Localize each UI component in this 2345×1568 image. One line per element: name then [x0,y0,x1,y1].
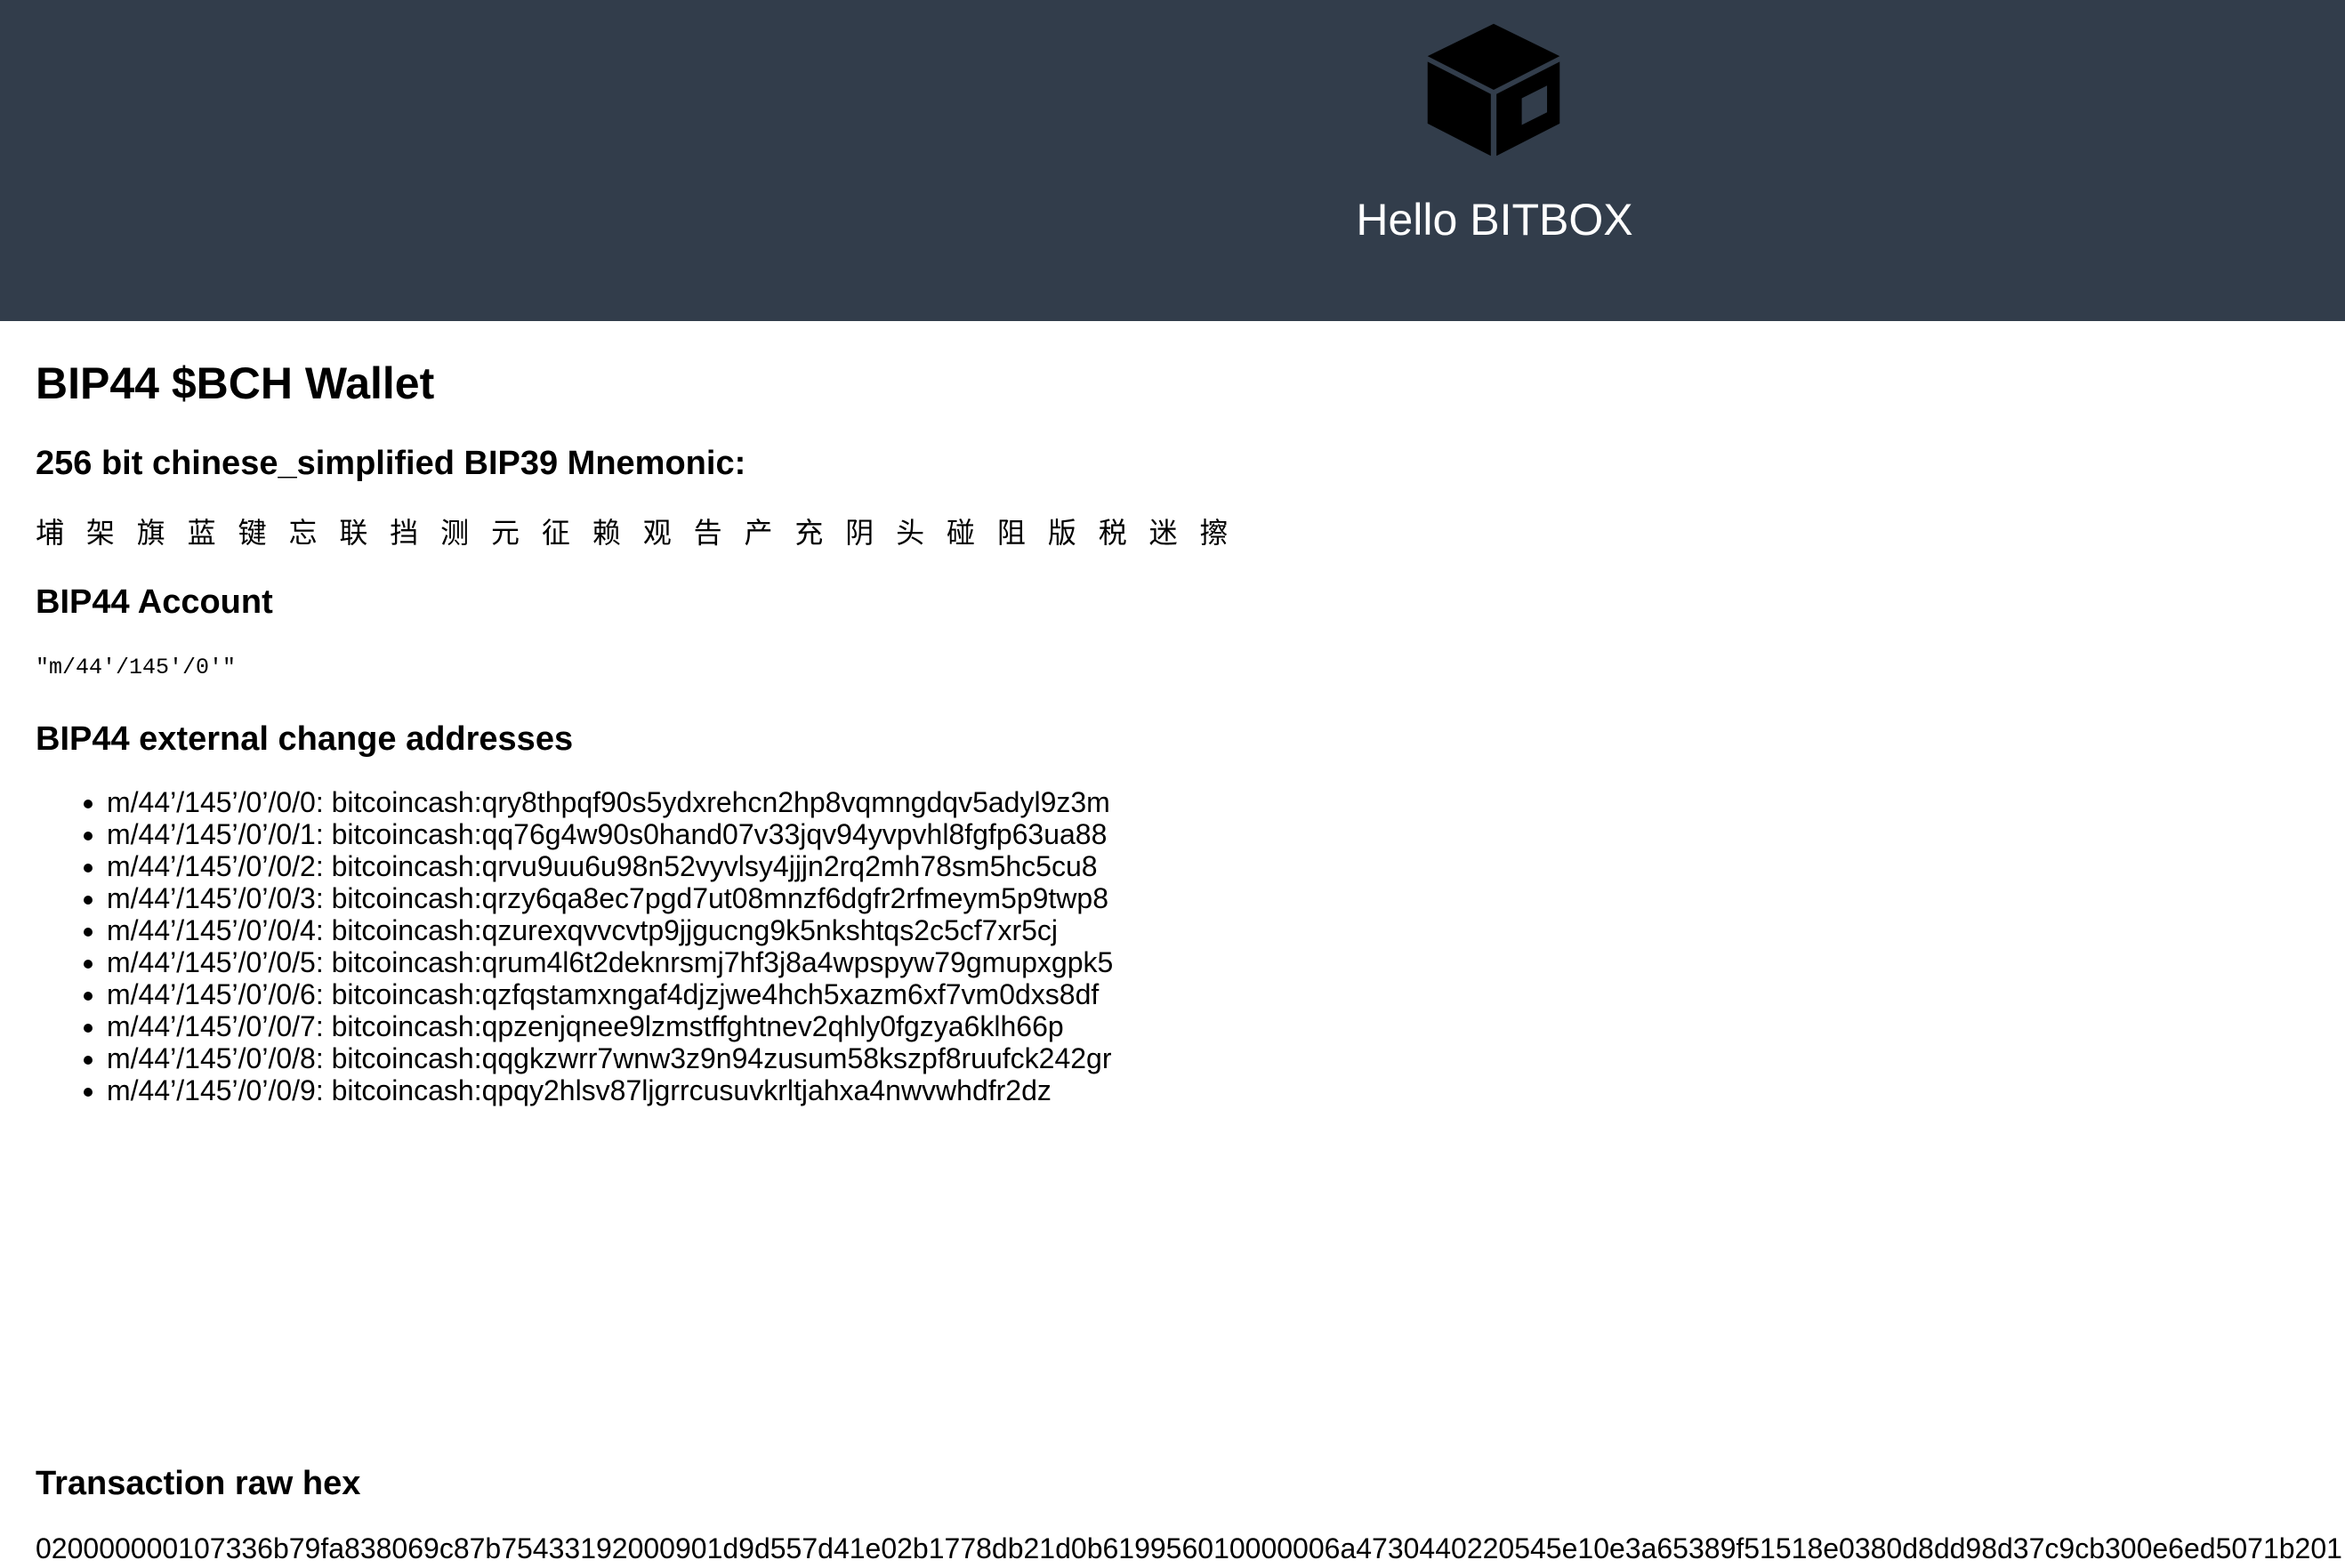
mnemonic-text: 埔 架 旗 蓝 键 忘 联 挡 测 元 征 赖 观 告 产 充 阴 头 碰 阻 … [36,517,1236,549]
list-item: m/44’/145’/0’/0/0: bitcoincash:qry8thpqf… [107,786,1113,818]
account-path: "m/44'/145'/0'" [36,655,237,680]
list-item: m/44’/145’/0’/0/9: bitcoincash:qpqy2hlsv… [107,1074,1113,1106]
list-item: m/44’/145’/0’/0/4: bitcoincash:qzurexqvv… [107,914,1113,946]
account-heading: BIP44 Account [36,583,273,621]
list-item: m/44’/145’/0’/0/1: bitcoincash:qq76g4w90… [107,818,1113,850]
address-list: m/44’/145’/0’/0/0: bitcoincash:qry8thpqf… [36,786,1113,1106]
page-title: BIP44 $BCH Wallet [36,358,435,408]
app-header: Hello BITBOX [0,0,2345,321]
list-item: m/44’/145’/0’/0/6: bitcoincash:qzfqstamx… [107,978,1113,1010]
app-title: Hello BITBOX [1356,195,1633,245]
raw-hex-text: 020000000107336b79fa838069c87b7543319200… [36,1532,2342,1564]
addresses-heading: BIP44 external change addresses [36,720,574,758]
raw-hex-heading: Transaction raw hex [36,1465,361,1502]
list-item: m/44’/145’/0’/0/2: bitcoincash:qrvu9uu6u… [107,850,1113,882]
list-item: m/44’/145’/0’/0/7: bitcoincash:qpzenjqne… [107,1010,1113,1042]
list-item: m/44’/145’/0’/0/8: bitcoincash:qqgkzwrr7… [107,1042,1113,1074]
cube-icon [1422,20,1566,160]
list-item: m/44’/145’/0’/0/5: bitcoincash:qrum4l6t2… [107,946,1113,978]
mnemonic-heading: 256 bit chinese_simplified BIP39 Mnemoni… [36,445,746,482]
list-item: m/44’/145’/0’/0/3: bitcoincash:qrzy6qa8e… [107,882,1113,914]
